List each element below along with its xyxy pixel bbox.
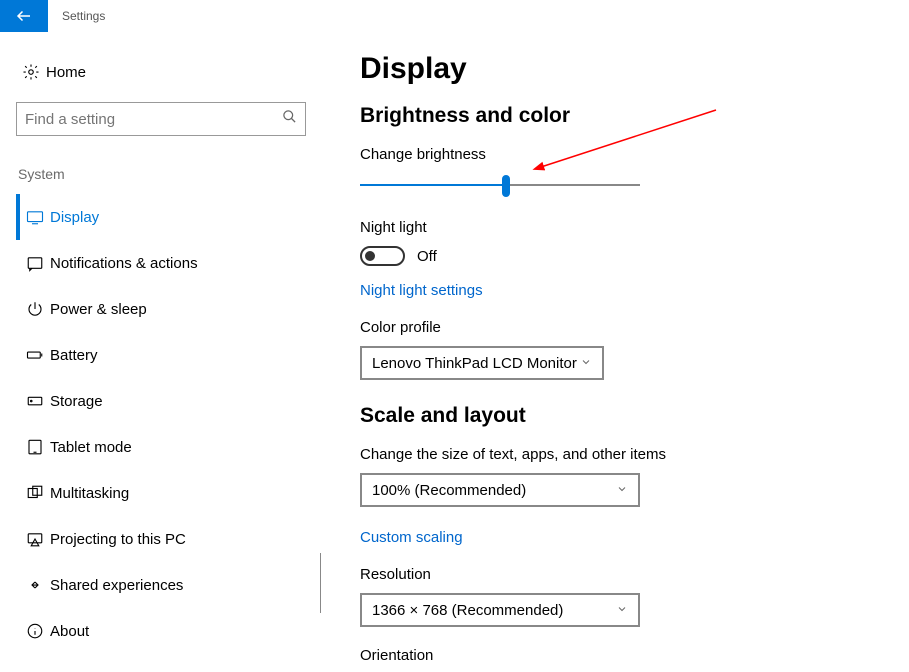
search-input-wrapper[interactable]: [16, 102, 306, 136]
color-profile-dropdown[interactable]: Lenovo ThinkPad LCD Monitor: [360, 346, 604, 380]
sidebar-item-about[interactable]: About: [16, 608, 310, 654]
tablet-icon: [20, 438, 50, 456]
main-content: Display Brightness and color Change brig…: [320, 32, 909, 672]
chevron-down-icon: [616, 602, 628, 619]
sidebar-item-label: Tablet mode: [50, 439, 132, 456]
chevron-down-icon: [616, 482, 628, 499]
sidebar-item-multitasking[interactable]: Multitasking: [16, 470, 310, 516]
scale-value: 100% (Recommended): [372, 482, 526, 499]
brightness-slider[interactable]: [360, 173, 640, 197]
app-title: Settings: [62, 9, 105, 23]
sidebar-item-label: Multitasking: [50, 485, 129, 502]
home-label: Home: [46, 64, 86, 81]
storage-icon: [20, 392, 50, 410]
home-button[interactable]: Home: [16, 52, 310, 92]
sidebar-item-power[interactable]: Power & sleep: [16, 286, 310, 332]
custom-scaling-link[interactable]: Custom scaling: [360, 529, 463, 546]
sidebar-item-display[interactable]: Display: [16, 194, 310, 240]
toggle-knob: [365, 251, 375, 261]
sidebar-item-label: Notifications & actions: [50, 255, 198, 272]
sidebar-item-label: Shared experiences: [50, 577, 183, 594]
section-brightness-title: Brightness and color: [360, 104, 879, 128]
page-title: Display: [360, 52, 879, 86]
resolution-label: Resolution: [360, 566, 879, 583]
sidebar-item-label: Display: [50, 209, 99, 226]
sidebar-item-label: About: [50, 623, 89, 640]
sidebar-item-storage[interactable]: Storage: [16, 378, 310, 424]
sidebar-item-label: Projecting to this PC: [50, 531, 186, 548]
sidebar-item-label: Battery: [50, 347, 98, 364]
orientation-label: Orientation: [360, 647, 879, 664]
sidebar-item-tablet[interactable]: Tablet mode: [16, 424, 310, 470]
resolution-value: 1366 × 768 (Recommended): [372, 602, 563, 619]
sidebar-item-battery[interactable]: Battery: [16, 332, 310, 378]
about-icon: [20, 622, 50, 640]
search-icon: [282, 109, 297, 129]
resolution-dropdown[interactable]: 1366 × 768 (Recommended): [360, 593, 640, 627]
chevron-down-icon: [580, 355, 592, 372]
section-scale-title: Scale and layout: [360, 404, 879, 428]
color-profile-label: Color profile: [360, 319, 879, 336]
sidebar-nav: Display Notifications & actions Power & …: [16, 194, 310, 654]
multitasking-icon: [20, 484, 50, 502]
slider-thumb[interactable]: [502, 175, 510, 197]
gear-icon: [16, 63, 46, 81]
sidebar-item-label: Power & sleep: [50, 301, 147, 318]
battery-icon: [20, 346, 50, 364]
notifications-icon: [20, 254, 50, 272]
display-icon: [20, 208, 50, 226]
night-light-label: Night light: [360, 219, 879, 236]
sidebar-item-label: Storage: [50, 393, 103, 410]
back-button[interactable]: [0, 0, 48, 32]
scale-label: Change the size of text, apps, and other…: [360, 446, 879, 463]
sidebar-item-projecting[interactable]: Projecting to this PC: [16, 516, 310, 562]
sidebar: Home System Display Notifications & acti…: [0, 32, 320, 672]
arrow-left-icon: [15, 7, 33, 25]
brightness-label: Change brightness: [360, 146, 879, 163]
sidebar-section-caption: System: [16, 166, 310, 182]
power-icon: [20, 300, 50, 318]
column-divider: [320, 553, 321, 613]
color-profile-value: Lenovo ThinkPad LCD Monitor: [372, 355, 577, 372]
shared-icon: [20, 576, 50, 594]
night-light-state: Off: [417, 248, 437, 265]
night-light-settings-link[interactable]: Night light settings: [360, 282, 483, 299]
night-light-toggle[interactable]: [360, 246, 405, 266]
slider-fill: [360, 184, 506, 186]
scale-dropdown[interactable]: 100% (Recommended): [360, 473, 640, 507]
sidebar-item-notifications[interactable]: Notifications & actions: [16, 240, 310, 286]
sidebar-item-shared[interactable]: Shared experiences: [16, 562, 310, 608]
search-input[interactable]: [25, 111, 282, 128]
projecting-icon: [20, 530, 50, 548]
